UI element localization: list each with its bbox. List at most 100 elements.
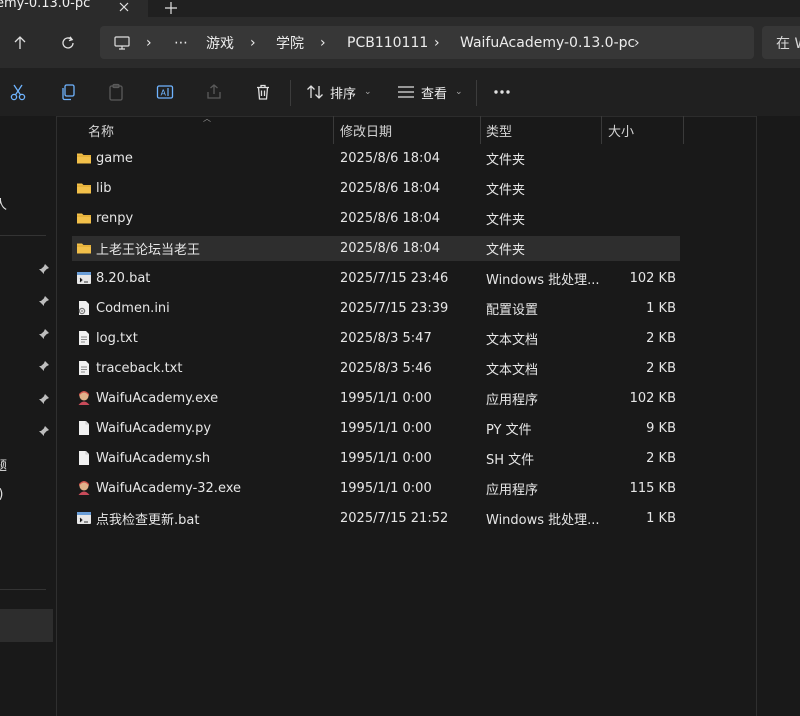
file-size: 1 KB — [646, 301, 676, 316]
table-row[interactable]: log.txt 2025/8/3 5:47 文本文档 2 KB — [72, 326, 680, 351]
file-type: 应用程序 — [486, 483, 539, 498]
delete-icon[interactable] — [251, 80, 275, 104]
chevron-right-icon[interactable]: › — [634, 26, 640, 59]
tab-active[interactable]: emy-0.13.0-pc — [0, 0, 148, 17]
paste-icon[interactable] — [104, 80, 128, 104]
pin-icon[interactable] — [38, 393, 50, 405]
folder-icon — [76, 150, 92, 166]
chevron-right-icon[interactable]: › — [146, 26, 152, 59]
table-row[interactable]: 点我检查更新.bat 2025/7/15 21:52 Windows 批处理..… — [72, 506, 680, 531]
table-row[interactable]: traceback.txt 2025/8/3 5:46 文本文档 2 KB — [72, 356, 680, 381]
breadcrumb-item[interactable]: 学院 — [276, 26, 304, 59]
nav-item-label[interactable]: :) — [0, 487, 3, 502]
pin-icon[interactable] — [38, 360, 50, 372]
table-row[interactable]: WaifuAcademy.py 1995/1/1 0:00 PY 文件 9 KB — [72, 416, 680, 441]
table-row[interactable]: 8.20.bat 2025/7/15 23:46 Windows 批处理... … — [72, 266, 680, 291]
column-size[interactable]: 大小 — [608, 116, 634, 144]
file-name: log.txt — [96, 331, 138, 346]
share-icon[interactable] — [202, 80, 226, 104]
chevron-right-icon[interactable]: › — [320, 26, 326, 59]
search-placeholder: 在 W — [776, 35, 800, 52]
batch-file-icon — [76, 510, 92, 526]
more-options-icon[interactable] — [490, 80, 514, 104]
breadcrumb-item[interactable]: WaifuAcademy-0.13.0-pc — [460, 26, 635, 59]
file-type: Windows 批处理... — [486, 513, 600, 528]
navigation-pane: 人 题 :) — [0, 116, 57, 716]
up-arrow-icon[interactable] — [7, 30, 33, 56]
file-size: 115 KB — [629, 481, 676, 496]
table-row[interactable]: renpy 2025/8/6 18:04 文件夹 — [72, 206, 680, 231]
file-date: 2025/8/3 5:46 — [340, 361, 432, 376]
table-row[interactable]: WaifuAcademy-32.exe 1995/1/1 0:00 应用程序 1… — [72, 476, 680, 501]
table-row-selected[interactable]: 上老王论坛当老王 2025/8/6 18:04 文件夹 — [72, 236, 680, 261]
file-date: 2025/8/6 18:04 — [340, 181, 440, 196]
breadcrumb-item[interactable]: PCB110111 — [347, 26, 428, 59]
divider — [290, 80, 291, 106]
chevron-right-icon[interactable]: › — [250, 26, 256, 59]
chevron-right-icon[interactable]: › — [434, 26, 440, 59]
file-name: 点我检查更新.bat — [96, 513, 200, 528]
divider — [0, 589, 46, 590]
batch-file-icon — [76, 270, 92, 286]
file-type: PY 文件 — [486, 423, 532, 438]
column-divider[interactable] — [601, 116, 602, 144]
column-divider[interactable] — [480, 116, 481, 144]
tab-title: emy-0.13.0-pc — [0, 0, 91, 11]
breadcrumb-item[interactable]: 游戏 — [206, 26, 234, 59]
file-date: 1995/1/1 0:00 — [340, 421, 432, 436]
file-date: 2025/8/6 18:04 — [340, 151, 440, 166]
file-size: 2 KB — [646, 451, 676, 466]
file-type: 文件夹 — [486, 213, 526, 228]
sort-button[interactable]: 排序 ⌄ — [306, 78, 372, 106]
file-name: game — [96, 151, 133, 166]
column-date[interactable]: 修改日期 — [340, 116, 392, 144]
file-name: 8.20.bat — [96, 271, 151, 286]
rename-icon[interactable]: A — [153, 80, 177, 104]
table-row[interactable]: WaifuAcademy.exe 1995/1/1 0:00 应用程序 102 … — [72, 386, 680, 411]
file-date: 2025/8/6 18:04 — [340, 241, 440, 256]
navigation-bar: › ⋯ 游戏 › 学院 › PCB110111 › WaifuAcademy-0… — [0, 17, 800, 68]
column-divider[interactable] — [683, 116, 684, 144]
new-tab-icon[interactable] — [162, 0, 180, 17]
column-header: ︿ 名称 修改日期 类型 大小 — [72, 114, 684, 144]
text-file-icon — [76, 330, 92, 346]
search-box[interactable]: 在 W — [762, 26, 800, 59]
tab-bar: emy-0.13.0-pc — [0, 0, 800, 17]
pin-icon[interactable] — [38, 263, 50, 275]
table-row[interactable]: lib 2025/8/6 18:04 文件夹 — [72, 176, 680, 201]
table-row[interactable]: WaifuAcademy.sh 1995/1/1 0:00 SH 文件 2 KB — [72, 446, 680, 471]
table-row[interactable]: game 2025/8/6 18:04 文件夹 — [72, 146, 680, 171]
refresh-icon[interactable] — [55, 30, 81, 56]
pin-icon[interactable] — [38, 295, 50, 307]
folder-icon — [76, 210, 92, 226]
file-size: 2 KB — [646, 361, 676, 376]
copy-icon[interactable] — [56, 80, 80, 104]
nav-item-label[interactable]: 题 — [0, 455, 7, 474]
view-icon — [397, 85, 415, 99]
column-divider[interactable] — [333, 116, 334, 144]
pin-icon[interactable] — [38, 328, 50, 340]
app-icon — [76, 390, 92, 406]
file-size: 1 KB — [646, 511, 676, 526]
nav-item-selected[interactable] — [0, 609, 53, 642]
nav-item-label[interactable]: 人 — [0, 194, 7, 213]
file-date: 2025/7/15 23:39 — [340, 301, 449, 316]
close-icon[interactable] — [116, 0, 132, 15]
table-row[interactable]: Codmen.ini 2025/7/15 23:39 配置设置 1 KB — [72, 296, 680, 321]
address-bar[interactable]: › ⋯ 游戏 › 学院 › PCB110111 › WaifuAcademy-0… — [100, 26, 754, 59]
monitor-icon[interactable] — [114, 26, 130, 59]
cut-icon[interactable] — [6, 80, 30, 104]
chevron-down-icon: ⌄ — [364, 87, 372, 97]
column-name[interactable]: 名称 — [88, 116, 114, 144]
view-label: 查看 — [421, 86, 448, 102]
chevron-down-icon: ⌄ — [455, 87, 463, 97]
file-date: 1995/1/1 0:00 — [340, 451, 432, 466]
file-size: 9 KB — [646, 421, 676, 436]
column-type[interactable]: 类型 — [486, 116, 512, 144]
file-date: 2025/8/6 18:04 — [340, 211, 440, 226]
svg-text:A: A — [161, 89, 167, 98]
more-icon[interactable]: ⋯ — [174, 26, 188, 59]
view-button[interactable]: 查看 ⌄ — [397, 78, 463, 106]
file-name: WaifuAcademy.sh — [96, 451, 211, 466]
pin-icon[interactable] — [38, 425, 50, 437]
